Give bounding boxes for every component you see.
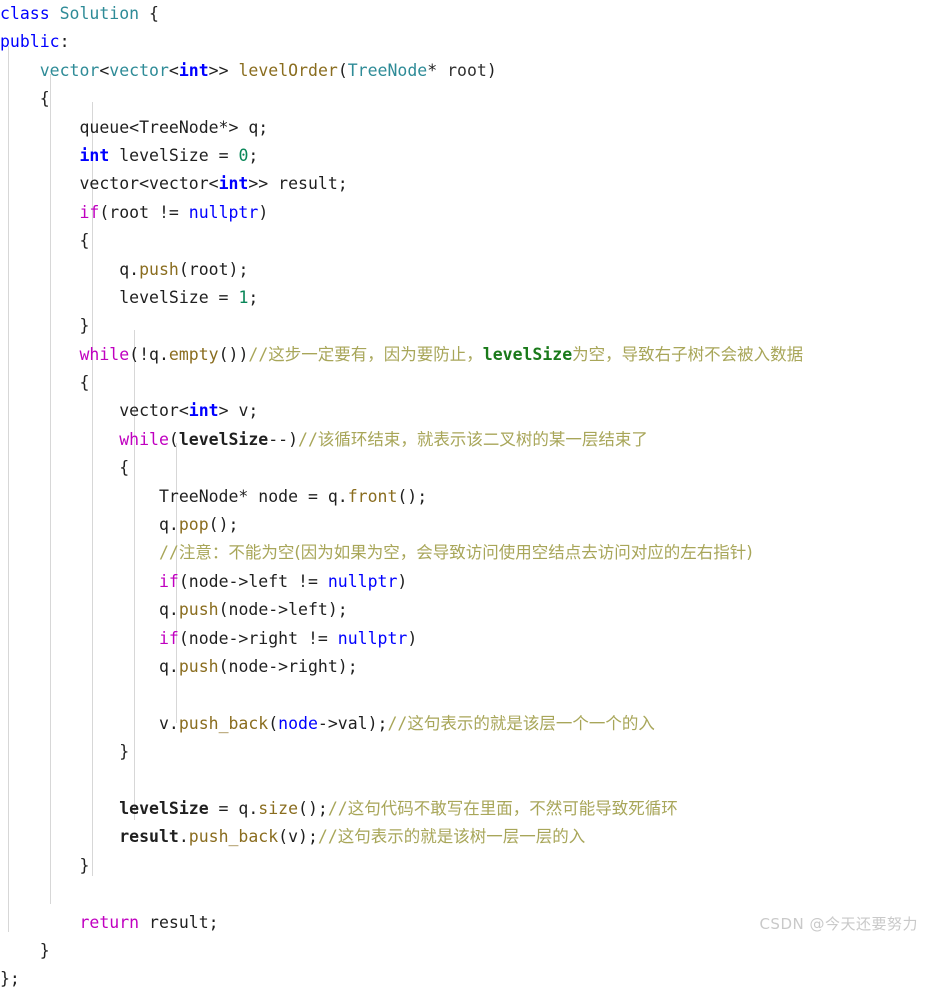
code-line: }; [0, 969, 20, 989]
code-line: public: [0, 32, 70, 52]
code-line: } [119, 742, 130, 762]
code-line: while(levelSize--)//该循环结束，就表示该二叉树的某一层结束了 [119, 429, 648, 449]
code-line: class Solution { [0, 4, 159, 23]
csdn-watermark: CSDN @今天还要努力 [759, 915, 918, 933]
code-line: } [39, 940, 50, 960]
code-line: if(node->left != nullptr) [158, 571, 408, 591]
code-line: q.push(node->left); [158, 600, 348, 620]
code-block[interactable]: class Solution { public: vector<vector<in… [0, 0, 936, 994]
code-line: while(!q.empty())//这步一定要有，因为要防止，levelSiz… [79, 344, 804, 364]
code-line: q.push(root); [119, 259, 249, 279]
code-line: levelSize = 1; [119, 287, 259, 307]
code-line: } [79, 855, 90, 875]
code-line: //注意：不能为空(因为如果为空，会导致访问使用空结点去访问对应的左右指针) [158, 543, 753, 563]
code-line: vector<vector<int>> result; [79, 174, 348, 194]
code-line: int levelSize = 0; [79, 145, 259, 165]
code-line: if(root != nullptr) [79, 202, 269, 222]
code-line: { [39, 89, 50, 109]
code-line: { [119, 458, 130, 478]
code-line: if(node->right != nullptr) [158, 628, 418, 648]
code-line: vector<int> v; [109, 401, 259, 421]
code-line: TreeNode* node = q.front(); [158, 486, 428, 506]
code-line: { [79, 231, 90, 251]
code-line: q.push(node->right); [158, 656, 358, 676]
code-line: queue<TreeNode*> q; [79, 117, 269, 137]
code-line: q.pop(); [158, 515, 239, 535]
code-line: vector<vector<int>> levelOrder(TreeNode*… [39, 60, 497, 80]
code-line: v.push_back(node->val);//这句表示的就是该层一个一个的入 [158, 713, 655, 733]
code-line: result.push_back(v);//这句表示的就是该树一层一层的入 [119, 827, 586, 847]
code-line: } [79, 316, 90, 336]
code-screenshot: class Solution { public: vector<vector<in… [0, 0, 936, 988]
code-line: levelSize = q.size();//这句代码不敢写在里面，不然可能导致… [119, 798, 678, 818]
code-line: { [79, 373, 90, 393]
